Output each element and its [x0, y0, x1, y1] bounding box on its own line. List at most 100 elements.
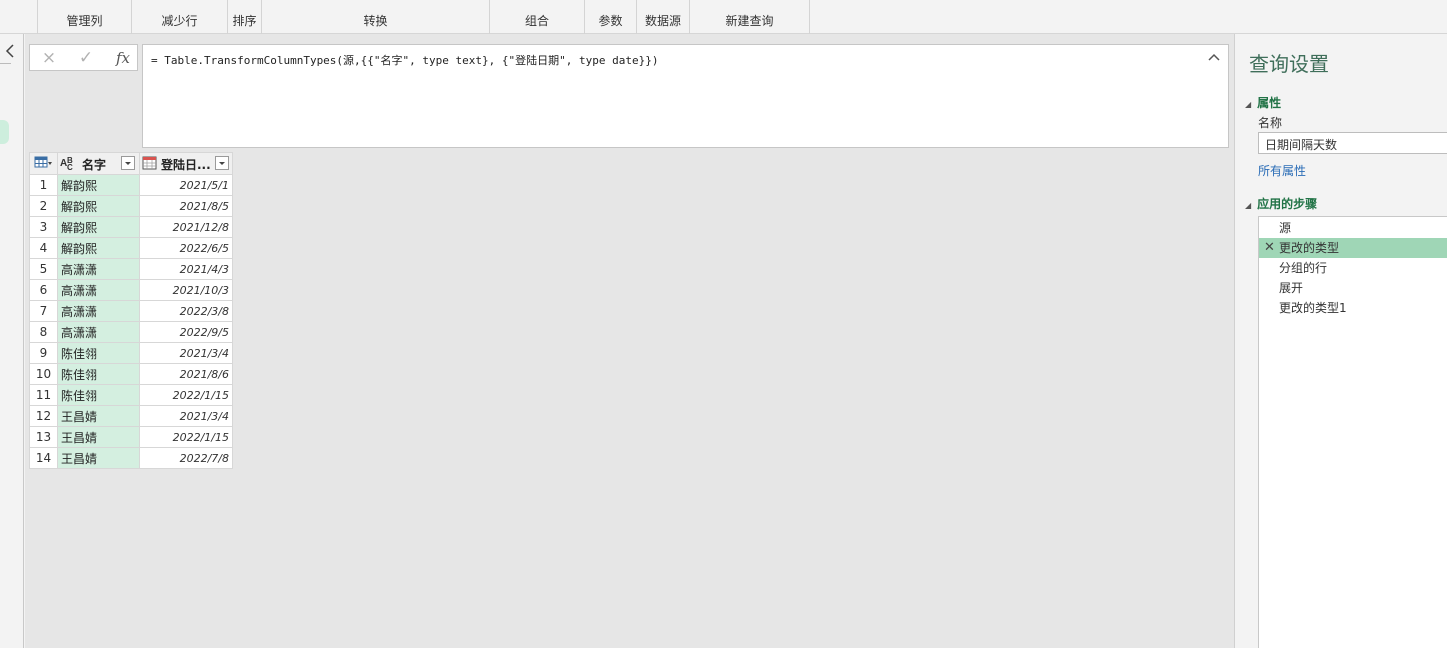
row-number[interactable]: 9: [29, 342, 58, 364]
cell-name[interactable]: 高潇潇: [57, 300, 140, 322]
ribbon-group-data-sources[interactable]: 数据源: [637, 0, 690, 34]
confirm-icon[interactable]: ✓: [74, 48, 98, 68]
all-properties-link[interactable]: 所有属性: [1258, 162, 1306, 179]
row-number[interactable]: 4: [29, 237, 58, 259]
ribbon-group-sort[interactable]: 排序: [228, 0, 262, 34]
column-header-name[interactable]: A B C 名字: [57, 152, 140, 175]
cell-login-date[interactable]: 2022/6/5: [139, 237, 233, 259]
cell-login-date[interactable]: 2021/3/4: [139, 405, 233, 427]
cell-name[interactable]: 高潇潇: [57, 279, 140, 301]
cell-login-date[interactable]: 2022/1/15: [139, 426, 233, 448]
cancel-icon[interactable]: ×: [37, 48, 61, 68]
cell-name[interactable]: 王昌婧: [57, 426, 140, 448]
cell-name[interactable]: 陈佳翎: [57, 342, 140, 364]
applied-steps-list: 源 ✕ 更改的类型 分组的行展开更改的类型1: [1258, 216, 1447, 648]
cell-name[interactable]: 解韵熙: [57, 174, 140, 196]
collapse-triangle-icon[interactable]: ◢: [1245, 100, 1251, 109]
table-row[interactable]: 4 解韵熙 2022/6/5: [29, 237, 233, 259]
chevron-down-icon[interactable]: [121, 156, 135, 170]
cell-login-date[interactable]: 2022/1/15: [139, 384, 233, 406]
applied-step[interactable]: 源: [1259, 218, 1447, 238]
cell-name[interactable]: 王昌婧: [57, 447, 140, 469]
table-row[interactable]: 8 高潇潇 2022/9/5: [29, 321, 233, 343]
row-number[interactable]: 8: [29, 321, 58, 343]
query-name-input[interactable]: 日期间隔天数: [1258, 132, 1447, 154]
cell-name[interactable]: 解韵熙: [57, 216, 140, 238]
ribbon-group-parameters[interactable]: 参数: [585, 0, 637, 34]
cell-login-date[interactable]: 2021/3/4: [139, 342, 233, 364]
chevron-down-icon[interactable]: [215, 156, 229, 170]
row-number[interactable]: 14: [29, 447, 58, 469]
table-row[interactable]: 11 陈佳翎 2022/1/15: [29, 384, 233, 406]
cell-name[interactable]: 解韵熙: [57, 195, 140, 217]
cell-name[interactable]: 高潇潇: [57, 258, 140, 280]
properties-label: 属性: [1257, 96, 1282, 110]
table-row[interactable]: 5 高潇潇 2021/4/3: [29, 258, 233, 280]
chevron-left-icon[interactable]: [5, 44, 15, 61]
row-number[interactable]: 2: [29, 195, 58, 217]
ribbon-group-transform[interactable]: 转换: [262, 0, 490, 34]
table-row[interactable]: 7 高潇潇 2022/3/8: [29, 300, 233, 322]
divider: [0, 63, 11, 64]
row-number[interactable]: 1: [29, 174, 58, 196]
table-row[interactable]: 12 王昌婧 2021/3/4: [29, 405, 233, 427]
row-number[interactable]: 12: [29, 405, 58, 427]
cell-name[interactable]: 王昌婧: [57, 405, 140, 427]
table-row[interactable]: 10 陈佳翎 2021/8/6: [29, 363, 233, 385]
column-header-login-date[interactable]: 登陆日...: [139, 152, 233, 175]
cell-name[interactable]: 解韵熙: [57, 237, 140, 259]
chevron-up-icon[interactable]: [1207, 50, 1221, 64]
cell-login-date[interactable]: 2022/3/8: [139, 300, 233, 322]
ribbon-group-reduce-rows[interactable]: 减少行: [132, 0, 228, 34]
table-row[interactable]: 2 解韵熙 2021/8/5: [29, 195, 233, 217]
ribbon-group-manage-columns[interactable]: 管理列: [38, 0, 132, 34]
ribbon-group-combine[interactable]: 组合: [490, 0, 585, 34]
cell-login-date[interactable]: 2021/8/5: [139, 195, 233, 217]
text-type-icon[interactable]: A B C: [60, 155, 80, 174]
applied-step[interactable]: 展开: [1259, 278, 1447, 298]
delete-step-icon[interactable]: ✕: [1264, 238, 1275, 258]
table-row[interactable]: 6 高潇潇 2021/10/3: [29, 279, 233, 301]
table-menu-cell[interactable]: [29, 152, 58, 175]
cell-login-date[interactable]: 2021/4/3: [139, 258, 233, 280]
applied-step[interactable]: 分组的行: [1259, 258, 1447, 278]
formula-bar[interactable]: = Table.TransformColumnTypes(源,{{"名字", t…: [142, 44, 1229, 148]
cell-login-date[interactable]: 2021/5/1: [139, 174, 233, 196]
properties-section[interactable]: ◢ 属性: [1245, 94, 1281, 111]
cell-name[interactable]: 陈佳翎: [57, 384, 140, 406]
collapse-triangle-icon[interactable]: ◢: [1245, 201, 1251, 210]
table-row[interactable]: 9 陈佳翎 2021/3/4: [29, 342, 233, 364]
date-type-icon[interactable]: [142, 155, 158, 174]
row-number[interactable]: 7: [29, 300, 58, 322]
applied-step-label: 展开: [1279, 281, 1304, 295]
applied-steps-label: 应用的步骤: [1257, 197, 1318, 211]
table-row[interactable]: 14 王昌婧 2022/7/8: [29, 447, 233, 469]
formula-text[interactable]: = Table.TransformColumnTypes(源,{{"名字", t…: [151, 52, 658, 68]
table-row[interactable]: 3 解韵熙 2021/12/8: [29, 216, 233, 238]
row-number[interactable]: 5: [29, 258, 58, 280]
cell-name[interactable]: 高潇潇: [57, 321, 140, 343]
table-row[interactable]: 1 解韵熙 2021/5/1: [29, 174, 233, 196]
applied-steps-section[interactable]: ◢ 应用的步骤: [1245, 195, 1317, 212]
applied-step[interactable]: 更改的类型1: [1259, 298, 1447, 318]
cell-name[interactable]: 陈佳翎: [57, 363, 140, 385]
cell-login-date[interactable]: 2022/7/8: [139, 447, 233, 469]
row-number[interactable]: 13: [29, 426, 58, 448]
applied-step[interactable]: ✕ 更改的类型: [1259, 238, 1447, 258]
cell-login-date[interactable]: 2021/12/8: [139, 216, 233, 238]
row-number[interactable]: 11: [29, 384, 58, 406]
row-number[interactable]: 3: [29, 216, 58, 238]
cell-login-date[interactable]: 2022/9/5: [139, 321, 233, 343]
cell-login-date[interactable]: 2021/8/6: [139, 363, 233, 385]
row-number[interactable]: 6: [29, 279, 58, 301]
ribbon-group-new-query[interactable]: 新建查询: [690, 0, 810, 34]
ribbon: 管理列 减少行 排序 转换 组合 参数 数据源 新建查询: [0, 0, 1447, 34]
fx-icon[interactable]: fx: [111, 48, 135, 68]
selected-query-indicator: [0, 120, 9, 144]
table-menu-icon[interactable]: [34, 155, 54, 169]
query-settings-pane: 查询设置 ◢ 属性 名称 日期间隔天数 所有属性 ◢ 应用的步骤 源 ✕ 更改的类型 分组…: [1234, 34, 1447, 648]
row-number[interactable]: 10: [29, 363, 58, 385]
cell-login-date[interactable]: 2021/10/3: [139, 279, 233, 301]
table-row[interactable]: 13 王昌婧 2022/1/15: [29, 426, 233, 448]
data-grid: A B C 名字 登陆日... 1 解韵熙 2021/5/1 2 解韵熙 202…: [29, 152, 233, 469]
